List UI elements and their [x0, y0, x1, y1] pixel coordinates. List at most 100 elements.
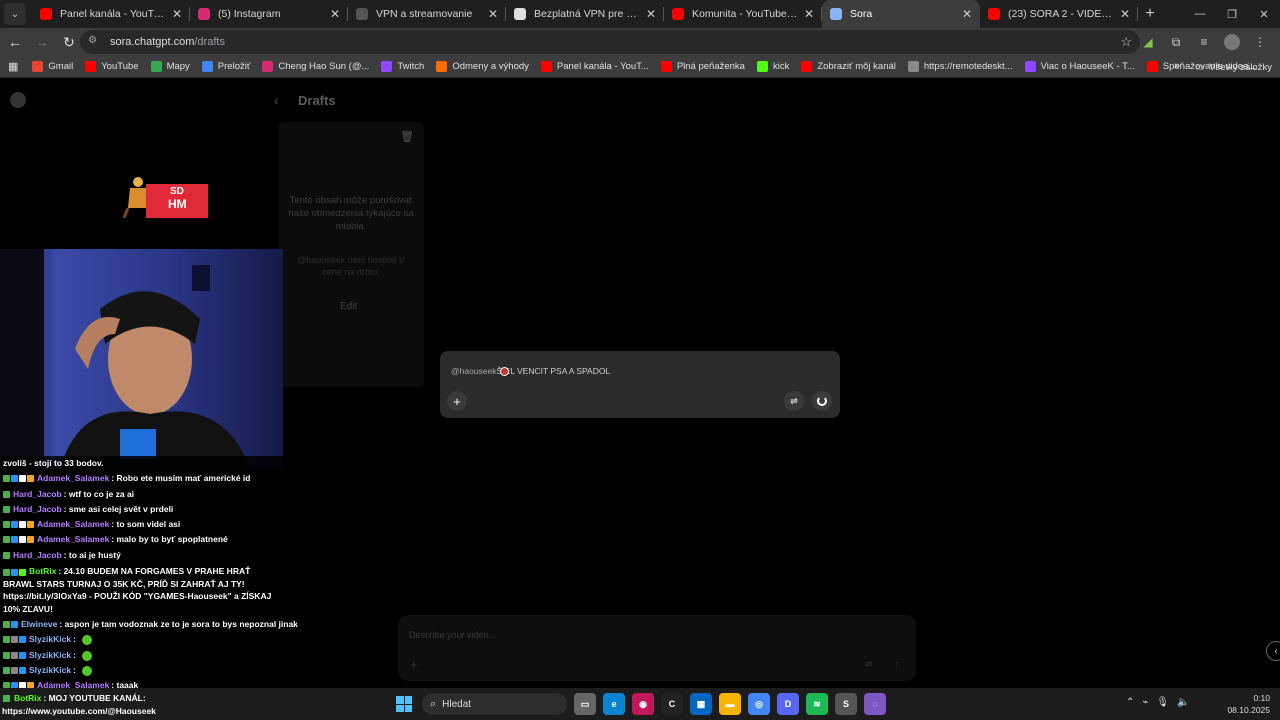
bookmark-star-icon[interactable]: ☆ — [1120, 34, 1132, 50]
chat-username[interactable]: Hard_Jacob — [13, 548, 62, 563]
video-description-composer[interactable]: Describe your video... + ⇌ ↑ — [398, 615, 916, 681]
close-tab-icon[interactable]: ✕ — [488, 7, 498, 21]
bookmark-item[interactable]: Panel kanála - YouT... — [535, 56, 655, 78]
chrome-menu-icon[interactable]: ⋮ — [1248, 30, 1272, 54]
browser-tab[interactable]: (5) Instagram ✕ — [190, 0, 348, 28]
bookmark-item[interactable]: Plná peňaženka — [655, 56, 751, 78]
bookmark-item[interactable]: kick — [751, 56, 795, 78]
browser-tab[interactable]: Komunita - YouTube Studio ✕ — [664, 0, 822, 28]
windows-start-icon[interactable] — [396, 696, 412, 712]
bookmark-item[interactable]: Twitch — [375, 56, 430, 78]
bookmark-item[interactable]: Viac o HaouseeK - T... — [1019, 56, 1141, 78]
edit-button[interactable]: Edit — [340, 301, 357, 312]
reload-button[interactable]: ↻ — [57, 30, 81, 54]
bookmark-label: kick — [772, 61, 790, 72]
chat-username[interactable]: SlyzikKick — [29, 632, 71, 647]
volume-icon[interactable]: 🔈 — [1177, 697, 1189, 708]
prompt-text[interactable]: @haouseekŠIEL VENCIT PSA A SPADOL — [451, 366, 610, 376]
bookmark-item[interactable]: Cheng Hao Sun (@... — [256, 56, 375, 78]
maximize-button[interactable]: ❐ — [1216, 0, 1248, 28]
extension-icon[interactable]: ◢ — [1136, 30, 1160, 54]
chat-badge-icon — [19, 521, 26, 529]
bookmark-item[interactable]: Gmail — [26, 56, 79, 78]
tab-search-button[interactable]: ⌄ — [4, 3, 26, 25]
draft-card[interactable]: 🗑 Tento obsah môže porušovať naše obmedz… — [278, 122, 424, 387]
prompt-mention: @haouseek — [451, 366, 497, 376]
network-off-icon[interactable]: ⌁ — [1142, 697, 1148, 708]
browser-tab[interactable]: Bezplatná VPN pre Chrome - V ✕ — [506, 0, 664, 28]
webcam-image — [0, 249, 283, 469]
browser-tab[interactable]: Sora ✕ — [822, 0, 980, 28]
add-button[interactable]: + — [410, 657, 418, 672]
site-info-icon[interactable]: ⚙ — [88, 35, 102, 49]
puzzle-icon[interactable]: ⧉ — [1164, 30, 1188, 54]
obs-icon[interactable]: ◌ — [864, 693, 886, 715]
chat-username[interactable]: SlyzikKick — [29, 663, 71, 678]
close-tab-icon[interactable]: ✕ — [962, 7, 972, 21]
prompt-composer[interactable]: @haouseekŠIEL VENCIT PSA A SPADOL + ⇌ — [440, 351, 840, 418]
close-tab-icon[interactable]: ✕ — [646, 7, 656, 21]
edge-icon[interactable]: e — [603, 693, 625, 715]
store-icon[interactable]: ▦ — [690, 693, 712, 715]
settings-sliders-icon[interactable]: ⇌ — [865, 659, 873, 670]
chat-username[interactable]: SlyzikKick — [29, 648, 71, 663]
chat-username[interactable]: BotRix — [29, 566, 56, 576]
microphone-icon[interactable]: 🎙 — [1156, 697, 1169, 708]
minimize-button[interactable]: — — [1184, 0, 1216, 28]
chat-username[interactable]: Adamek_Salamek — [37, 532, 109, 547]
address-bar[interactable]: ⚙ sora.chatgpt.com/drafts ☆ — [80, 30, 1140, 54]
taskbar-clock[interactable]: 0:10 08.10.2025 — [1227, 692, 1270, 716]
chrome-icon[interactable]: ◎ — [748, 693, 770, 715]
steam-icon[interactable]: S — [835, 693, 857, 715]
profile-avatar[interactable] — [1220, 30, 1244, 54]
ctrl-app-icon[interactable]: C — [661, 693, 683, 715]
bookmark-item[interactable]: Odmeny a výhody — [430, 56, 535, 78]
back-button[interactable]: ← — [3, 30, 27, 54]
settings-sliders-button[interactable]: ⇌ — [784, 391, 804, 411]
close-tab-icon[interactable]: ✕ — [172, 7, 182, 21]
browser-tab[interactable]: VPN a streamovanie ✕ — [348, 0, 506, 28]
bookmark-item[interactable]: Zobraziť môj kanál — [795, 56, 902, 78]
all-bookmarks-folder[interactable]: ▭ Všetky záložky — [1195, 56, 1272, 78]
close-tab-icon[interactable]: ✕ — [804, 7, 814, 21]
send-arrow-icon[interactable]: ↑ — [894, 659, 899, 670]
chat-message: zvolíš - stojí to 33 bodov. — [3, 456, 283, 471]
collapse-chevron-icon[interactable]: ‹ — [1266, 641, 1280, 661]
file-manager-icon[interactable]: ▭ — [574, 693, 596, 715]
back-chevron-icon[interactable]: ‹ — [274, 92, 279, 108]
trash-icon[interactable]: 🗑 — [400, 130, 414, 143]
chat-username[interactable]: Hard_Jacob — [13, 487, 62, 502]
bookmark-favicon-icon — [381, 61, 393, 72]
close-tab-icon[interactable]: ✕ — [1120, 7, 1130, 21]
browser-tab[interactable]: Panel kanála - YouTube Studio ✕ — [32, 0, 190, 28]
chat-username[interactable]: Elwineve — [21, 617, 57, 632]
explorer-icon[interactable]: ▬ — [719, 693, 741, 715]
spotify-icon[interactable]: ≋ — [806, 693, 828, 715]
close-tab-icon[interactable]: ✕ — [330, 7, 340, 21]
sora-logo-icon[interactable] — [10, 92, 26, 108]
address-domain: sora.chatgpt.com — [110, 36, 195, 48]
forward-button[interactable]: → — [30, 30, 54, 54]
discord-icon[interactable]: D — [777, 693, 799, 715]
chat-message: BotRix: 24.10 BUDEM NA FORGAMES V PRAHE … — [3, 563, 283, 617]
bookmark-item[interactable]: Mapy — [145, 56, 196, 78]
chat-username[interactable]: Adamek_Salamek — [37, 517, 109, 532]
bookmark-item[interactable]: Preložiť — [196, 56, 257, 78]
chat-username[interactable]: Hard_Jacob — [13, 502, 62, 517]
reading-list-icon[interactable]: ≡ — [1192, 30, 1216, 54]
browser-tab[interactable]: (23) SORA 2 - VIDEÁ OD VÁS ✕ — [980, 0, 1138, 28]
chat-username[interactable]: Adamek_Salamek — [37, 471, 109, 486]
bookmark-item[interactable]: YouTube — [79, 56, 144, 78]
tray-expand-icon[interactable]: ⌃ — [1126, 697, 1134, 708]
chat-badge-icon — [19, 569, 26, 577]
apps-grid-icon[interactable]: ▦ — [0, 56, 26, 78]
description-placeholder[interactable]: Describe your video... — [409, 630, 496, 640]
more-bookmarks-icon[interactable]: » — [1174, 60, 1180, 72]
bookmark-item[interactable]: https://remotedeskt... — [902, 56, 1019, 78]
color-app-icon[interactable]: ◉ — [632, 693, 654, 715]
close-window-button[interactable]: ✕ — [1248, 0, 1280, 28]
taskbar-search[interactable]: ⌕ Hledat — [422, 693, 567, 715]
add-media-button[interactable]: + — [447, 391, 467, 411]
new-tab-button[interactable]: + — [1138, 5, 1162, 23]
youtube-icon — [988, 8, 1000, 20]
